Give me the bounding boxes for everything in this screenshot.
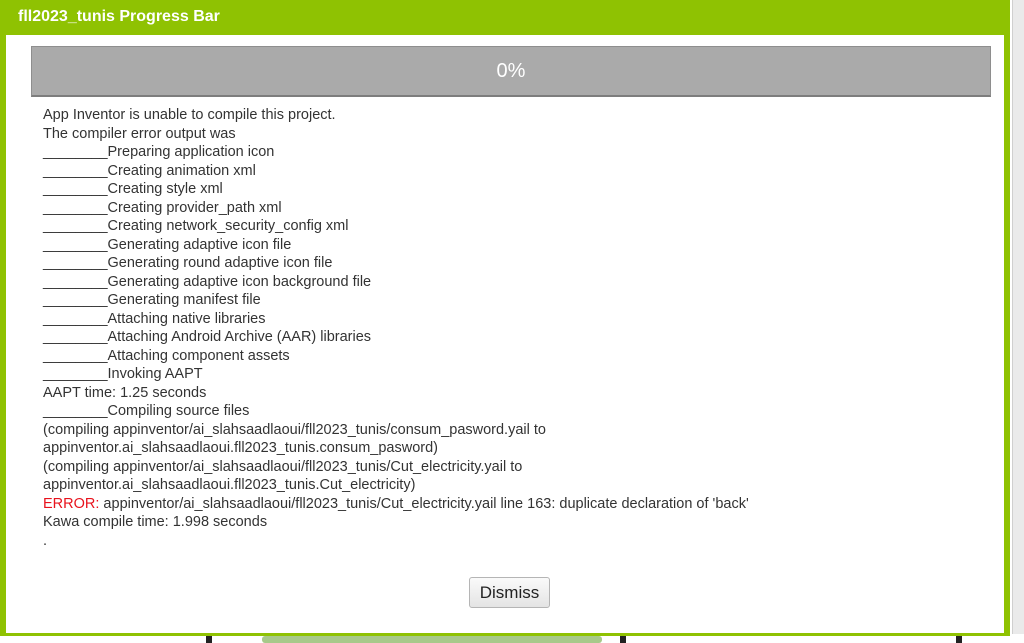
progress-dialog: fll2023_tunis Progress Bar 0% App Invent… (0, 0, 1010, 636)
background-mark (620, 636, 626, 643)
log-line: ________Invoking AAPT (43, 366, 203, 382)
background-scrollbar-edge (1012, 0, 1024, 643)
log-line: ________Attaching component assets (43, 347, 290, 364)
dialog-title: fll2023_tunis Progress Bar (18, 8, 220, 25)
error-message: appinventor/ai_slahsaadlaoui/fll2023_tun… (99, 495, 749, 512)
log-line: ________Generating adaptive icon backgro… (43, 273, 372, 290)
background-mark (956, 636, 962, 643)
log-line: ________Generating manifest file (43, 292, 261, 308)
log-line: ________Creating network_security_config… (43, 218, 349, 234)
background-mark (206, 636, 212, 643)
progress-bar: 0% (31, 46, 991, 97)
log-line: ________Creating style xml (43, 181, 223, 197)
log-line: App Inventor is unable to compile this p… (43, 107, 336, 123)
log-line: ________Preparing application icon (43, 144, 275, 160)
log-line: ________Compiling source files (43, 403, 250, 419)
dialog-body: 0% App Inventor is unable to compile thi… (6, 35, 1004, 633)
log-line: ________Creating animation xml (43, 162, 256, 179)
compiler-output-log: App Inventor is unable to compile this p… (43, 106, 993, 550)
error-line: ERROR: appinventor/ai_slahsaadlaoui/fll2… (43, 495, 993, 514)
trailing-line: . (43, 532, 48, 549)
error-label: ERROR: (43, 495, 100, 512)
dismiss-button[interactable]: Dismiss (469, 577, 550, 608)
kawa-time-line: Kawa compile time: 1.998 seconds (43, 514, 268, 530)
log-line: ________Attaching native libraries (43, 310, 266, 327)
log-line: ________Generating round adaptive icon f… (43, 255, 333, 271)
log-line: ________Attaching Android Archive (AAR) … (43, 329, 372, 345)
log-line: appinventor.ai_slahsaadlaoui.fll2023_tun… (43, 440, 438, 456)
log-line: ________Creating provider_path xml (43, 199, 282, 216)
progress-percent-label: 0% (496, 59, 526, 82)
log-line: The compiler error output was (43, 125, 236, 142)
log-line: appinventor.ai_slahsaadlaoui.fll2023_tun… (43, 477, 416, 493)
log-line: AAPT time: 1.25 seconds (43, 384, 207, 401)
log-line: (compiling appinventor/ai_slahsaadlaoui/… (43, 458, 523, 475)
log-line: ________Generating adaptive icon file (43, 236, 292, 253)
background-green-element (262, 636, 602, 643)
log-line: (compiling appinventor/ai_slahsaadlaoui/… (43, 421, 546, 438)
log-lines: App Inventor is unable to compile this p… (43, 106, 993, 495)
